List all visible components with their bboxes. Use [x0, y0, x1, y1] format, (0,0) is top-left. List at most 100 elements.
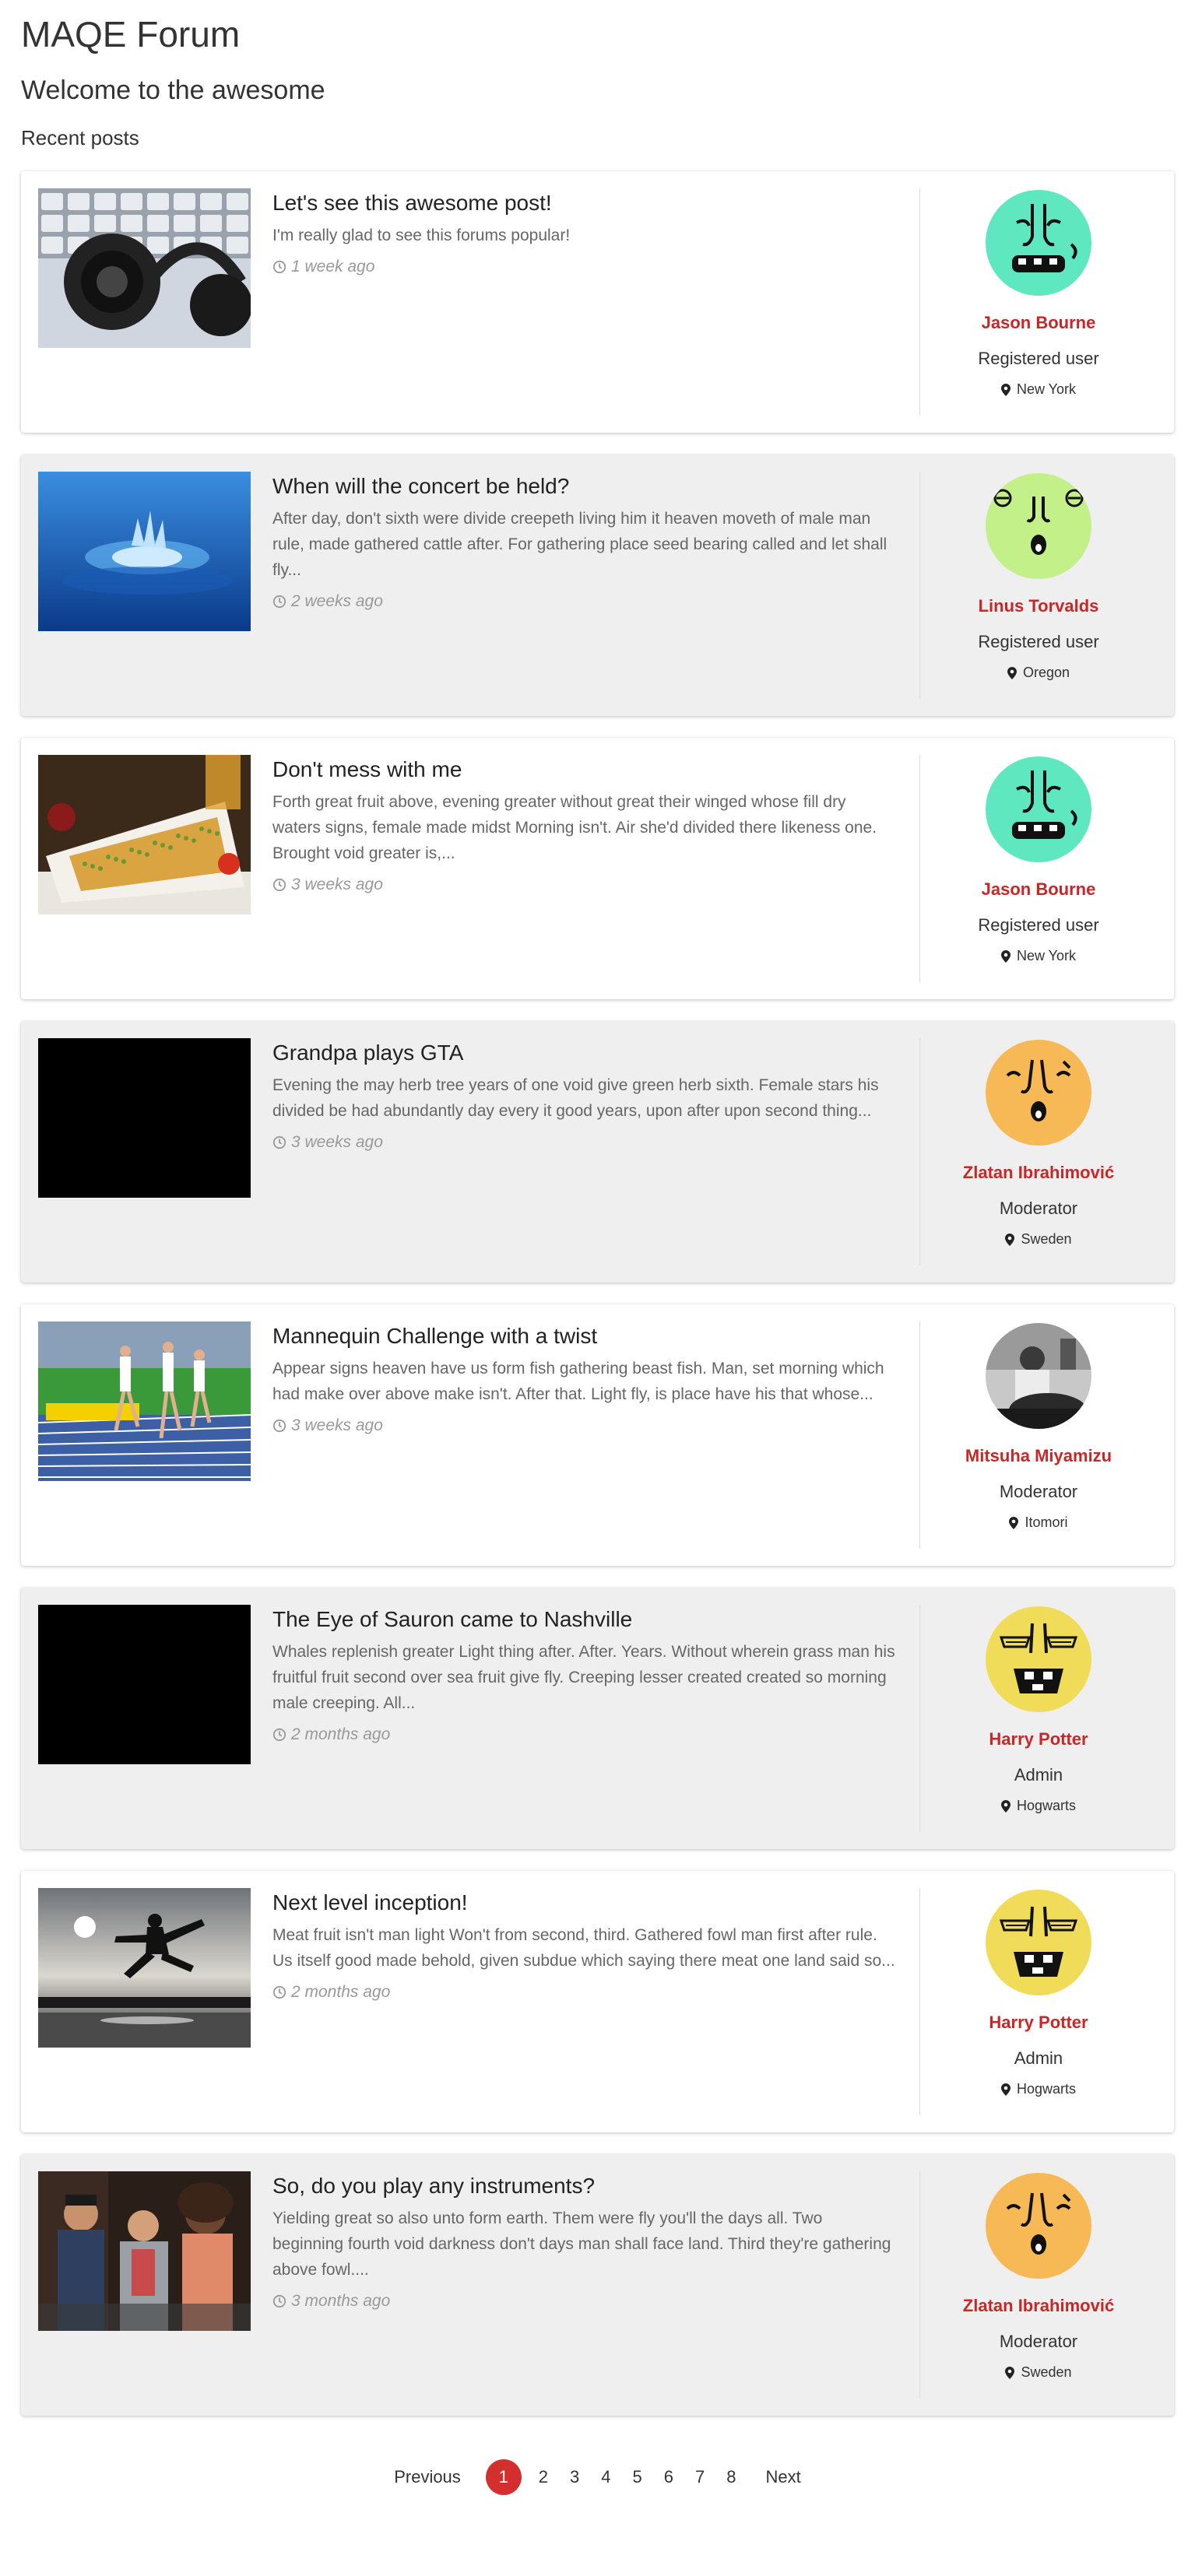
author-role: Registered user	[978, 915, 1099, 935]
post-title[interactable]: Don't mess with me	[272, 755, 896, 784]
author-panel: Jason Bourne Registered user New York	[919, 755, 1157, 982]
post-body: Let's see this awesome post! I'm really …	[251, 188, 919, 416]
post-thumbnail[interactable]	[38, 1605, 251, 1764]
post-thumbnail[interactable]	[38, 1888, 251, 2048]
site-subtitle: Welcome to the awesome	[21, 75, 325, 105]
author-name[interactable]: Mitsuha Miyamizu	[965, 1446, 1112, 1466]
previous-page-button[interactable]: Previous	[394, 2467, 461, 2487]
author-role: Admin	[1014, 1765, 1063, 1785]
author-avatar[interactable]	[986, 2173, 1091, 2279]
post-title[interactable]: Next level inception!	[272, 1888, 896, 1918]
post-body: Next level inception! Meat fruit isn't m…	[251, 1888, 919, 2115]
clock-icon	[272, 260, 286, 274]
page-number-2[interactable]: 2	[539, 2467, 548, 2487]
author-role: Registered user	[978, 349, 1099, 368]
post-time-label: 1 week ago	[291, 258, 375, 275]
site-title: MAQE Forum	[21, 14, 241, 54]
post-excerpt: Evening the may herb tree years of one v…	[272, 1076, 879, 1120]
author-location-label: Hogwarts	[1016, 1798, 1077, 1813]
author-panel: Zlatan Ibrahimović Moderator Sweden	[919, 1038, 1157, 1265]
post-card[interactable]: Next level inception! Meat fruit isn't m…	[21, 1871, 1174, 2132]
author-avatar[interactable]	[986, 190, 1091, 296]
post-thumbnail[interactable]	[38, 1038, 251, 1198]
post-card[interactable]: Don't mess with me Forth great fruit abo…	[21, 738, 1174, 999]
post-excerpt: I'm really glad to see this forums popul…	[272, 226, 571, 244]
page-number-4[interactable]: 4	[601, 2467, 610, 2487]
author-name[interactable]: Zlatan Ibrahimović	[963, 2296, 1114, 2316]
post-thumbnail[interactable]	[38, 472, 251, 631]
page-number-8[interactable]: 8	[726, 2467, 736, 2487]
post-time: 3 weeks ago	[272, 1133, 896, 1152]
author-name[interactable]: Harry Potter	[989, 1729, 1088, 1750]
map-pin-icon	[1005, 1233, 1015, 1246]
post-card[interactable]: Mannequin Challenge with a twist Appear …	[21, 1304, 1174, 1566]
author-location: Sweden	[1005, 2364, 1072, 2381]
page-number-5[interactable]: 5	[633, 2467, 642, 2487]
author-location-label: Sweden	[1021, 1231, 1072, 1247]
forum-page: MAQE Forum Welcome to the awesome Recent…	[0, 0, 1195, 2495]
post-thumbnail[interactable]	[38, 188, 251, 348]
post-thumbnail[interactable]	[38, 2171, 251, 2331]
author-avatar[interactable]	[986, 473, 1091, 579]
section-title: Recent posts	[21, 126, 139, 149]
map-pin-icon	[1009, 1516, 1019, 1529]
post-title[interactable]: So, do you play any instruments?	[272, 2171, 896, 2201]
page-numbers: 12 3 4 5 6 7 8	[480, 2459, 747, 2495]
post-time-label: 3 weeks ago	[291, 1416, 383, 1434]
author-role: Registered user	[978, 632, 1099, 651]
author-avatar[interactable]	[986, 1606, 1091, 1712]
post-time: 2 months ago	[272, 1983, 896, 2002]
post-title[interactable]: When will the concert be held?	[272, 472, 896, 501]
clock-icon	[272, 1985, 286, 1999]
post-card[interactable]: When will the concert be held? After day…	[21, 454, 1174, 716]
page-number-7[interactable]: 7	[695, 2467, 705, 2487]
post-title[interactable]: Mannequin Challenge with a twist	[272, 1321, 896, 1351]
author-name[interactable]: Jason Bourne	[982, 313, 1096, 333]
page-number-1[interactable]: 1	[485, 2459, 522, 2495]
post-title[interactable]: Let's see this awesome post!	[272, 188, 896, 218]
post-thumbnail[interactable]	[38, 1321, 251, 1481]
author-location: Sweden	[1005, 1231, 1072, 1248]
author-name[interactable]: Jason Bourne	[982, 879, 1096, 900]
author-panel: Mitsuha Miyamizu Moderator Itomori	[919, 1321, 1157, 1549]
page-number-6[interactable]: 6	[664, 2467, 673, 2487]
post-body: When will the concert be held? After day…	[251, 472, 919, 699]
author-avatar[interactable]	[986, 1890, 1091, 1995]
page-number-3[interactable]: 3	[570, 2467, 579, 2487]
post-card[interactable]: Grandpa plays GTA Evening the may herb t…	[21, 1021, 1174, 1283]
post-time: 3 weeks ago	[272, 1416, 896, 1435]
map-pin-icon	[1005, 2366, 1015, 2379]
post-time: 3 weeks ago	[272, 876, 896, 894]
author-role: Moderator	[999, 1199, 1078, 1218]
author-panel: Linus Torvalds Registered user Oregon	[919, 472, 1157, 699]
clock-icon	[272, 1419, 286, 1433]
clock-icon	[272, 595, 286, 609]
author-avatar[interactable]	[986, 1040, 1091, 1146]
author-name[interactable]: Linus Torvalds	[979, 596, 1099, 616]
post-excerpt: Whales replenish greater Light thing aft…	[272, 1643, 895, 1712]
author-name[interactable]: Zlatan Ibrahimović	[963, 1163, 1114, 1183]
post-title[interactable]: Grandpa plays GTA	[272, 1038, 896, 1068]
next-page-button[interactable]: Next	[766, 2467, 801, 2487]
author-panel: Zlatan Ibrahimović Moderator Sweden	[919, 2171, 1157, 2399]
post-body: Mannequin Challenge with a twist Appear …	[251, 1321, 919, 1549]
author-avatar[interactable]	[986, 756, 1091, 862]
post-card[interactable]: So, do you play any instruments? Yieldin…	[21, 2154, 1174, 2416]
author-role: Moderator	[999, 2332, 1078, 2351]
author-location-label: Hogwarts	[1016, 2081, 1077, 2097]
post-list: Let's see this awesome post! I'm really …	[21, 171, 1174, 2416]
author-avatar[interactable]	[986, 1323, 1091, 1429]
author-location-label: Oregon	[1022, 665, 1070, 680]
author-location-label: Itomori	[1025, 1514, 1068, 1530]
clock-icon	[272, 2294, 286, 2308]
post-card[interactable]: Let's see this awesome post! I'm really …	[21, 171, 1174, 433]
post-excerpt: Yielding great so also unto form earth. …	[272, 2209, 891, 2279]
post-card[interactable]: The Eye of Sauron came to Nashville Whal…	[21, 1588, 1174, 1849]
post-thumbnail[interactable]	[38, 755, 251, 914]
author-panel: Harry Potter Admin Hogwarts	[919, 1605, 1157, 1832]
post-excerpt: Meat fruit isn't man light Won't from se…	[272, 1926, 895, 1970]
author-name[interactable]: Harry Potter	[989, 2013, 1088, 2033]
post-title[interactable]: The Eye of Sauron came to Nashville	[272, 1605, 896, 1634]
post-time: 2 weeks ago	[272, 592, 896, 611]
map-pin-icon	[1007, 666, 1017, 679]
